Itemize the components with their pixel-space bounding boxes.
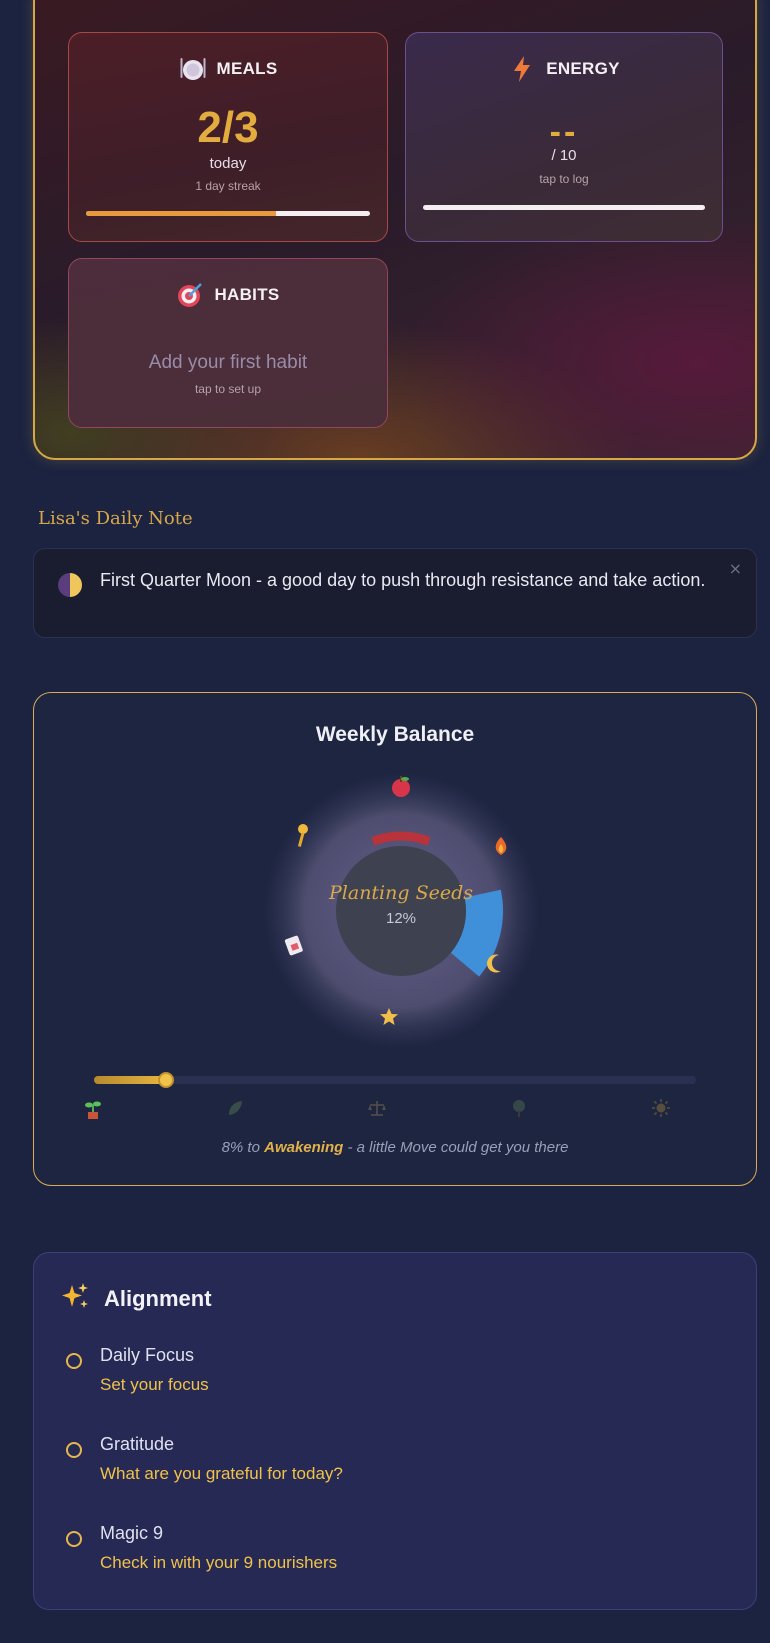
alignment-item-prompt[interactable]: Set your focus <box>100 1375 209 1395</box>
daily-note-text: First Quarter Moon - a good day to push … <box>100 570 706 590</box>
weekly-balance-title: Weekly Balance <box>315 723 475 746</box>
energy-hint: tap to log <box>539 172 589 186</box>
daily-note-title: Lisa's Daily Note <box>38 508 193 529</box>
meals-streak: 1 day streak <box>195 179 261 193</box>
alignment-item-magic-9[interactable]: Magic 9 Check in with your 9 nourishers <box>66 1523 706 1593</box>
stage-progress-track <box>94 1072 696 1088</box>
alignment-item-daily-focus[interactable]: Daily Focus Set your focus <box>66 1345 706 1415</box>
alignment-item-prompt[interactable]: Check in with your 9 nourishers <box>100 1553 337 1573</box>
habits-empty-text: Add your first habit <box>148 352 308 373</box>
daily-note-card: First Quarter Moon - a good day to push … <box>33 548 757 638</box>
sun-icon <box>649 1098 673 1122</box>
meals-count: 2/3 <box>197 103 259 152</box>
checkbox-ring-icon[interactable] <box>66 1353 82 1369</box>
sparkles-icon <box>60 1281 90 1317</box>
checkbox-ring-icon[interactable] <box>66 1531 82 1547</box>
alignment-title: Alignment <box>104 1286 212 1311</box>
footer-pre: 8% to <box>221 1139 265 1156</box>
habits-hint: tap to set up <box>194 382 262 396</box>
stage-progress-knob[interactable] <box>158 1072 175 1088</box>
habits-title: HABITS <box>214 285 280 304</box>
stage-name: Planting Seeds <box>328 882 473 904</box>
meals-tile[interactable]: MEALS 2/3 today 1 day streak <box>68 32 388 242</box>
meals-period: today <box>209 155 247 172</box>
target-icon <box>176 281 204 309</box>
plate-icon <box>179 55 207 83</box>
alignment-item-label: Gratitude <box>100 1434 175 1454</box>
footer-post: - a little Move could get you there <box>343 1139 569 1156</box>
energy-progress-bar <box>423 205 705 210</box>
lightning-icon <box>508 55 536 83</box>
weekly-balance-card: Weekly Balance Planting Seeds 12% 8% to … <box>33 692 757 1186</box>
habits-tile[interactable]: HABITS Add your first habit tap to set u… <box>68 258 388 428</box>
energy-title: ENERGY <box>546 59 620 78</box>
energy-scale: / 10 <box>551 147 577 164</box>
stage-progress-fill <box>94 1076 167 1084</box>
sprout-icon <box>81 1098 105 1122</box>
alignment-item-label: Daily Focus <box>100 1345 195 1365</box>
alignment-item-gratitude[interactable]: Gratitude What are you grateful for toda… <box>66 1434 706 1504</box>
meals-title: MEALS <box>216 59 278 78</box>
today-overview-card: MEALS 2/3 today 1 day streak ENERGY -- /… <box>33 0 757 460</box>
close-icon[interactable]: × <box>729 559 742 578</box>
leaf-icon <box>223 1098 247 1122</box>
meals-progress-fill <box>86 211 277 216</box>
energy-tile[interactable]: ENERGY -- / 10 tap to log <box>405 32 723 242</box>
balance-wheel[interactable]: Planting Seeds 12% <box>261 771 541 1051</box>
stage-percent: 12% <box>386 910 416 927</box>
alignment-item-prompt[interactable]: What are you grateful for today? <box>100 1464 343 1484</box>
next-stage-name: Awakening <box>264 1139 344 1156</box>
alignment-card: Alignment Daily Focus Set your focus Gra… <box>33 1252 757 1610</box>
tree-icon <box>507 1098 531 1122</box>
energy-value: -- <box>549 113 579 151</box>
checkbox-ring-icon[interactable] <box>66 1442 82 1458</box>
moon-phase-icon <box>58 573 82 597</box>
meals-progress-bar <box>86 211 370 216</box>
alignment-item-label: Magic 9 <box>100 1523 164 1543</box>
scales-icon <box>365 1098 389 1122</box>
stage-progress-message: 8% to Awakening - a little Move could ge… <box>34 1139 756 1156</box>
